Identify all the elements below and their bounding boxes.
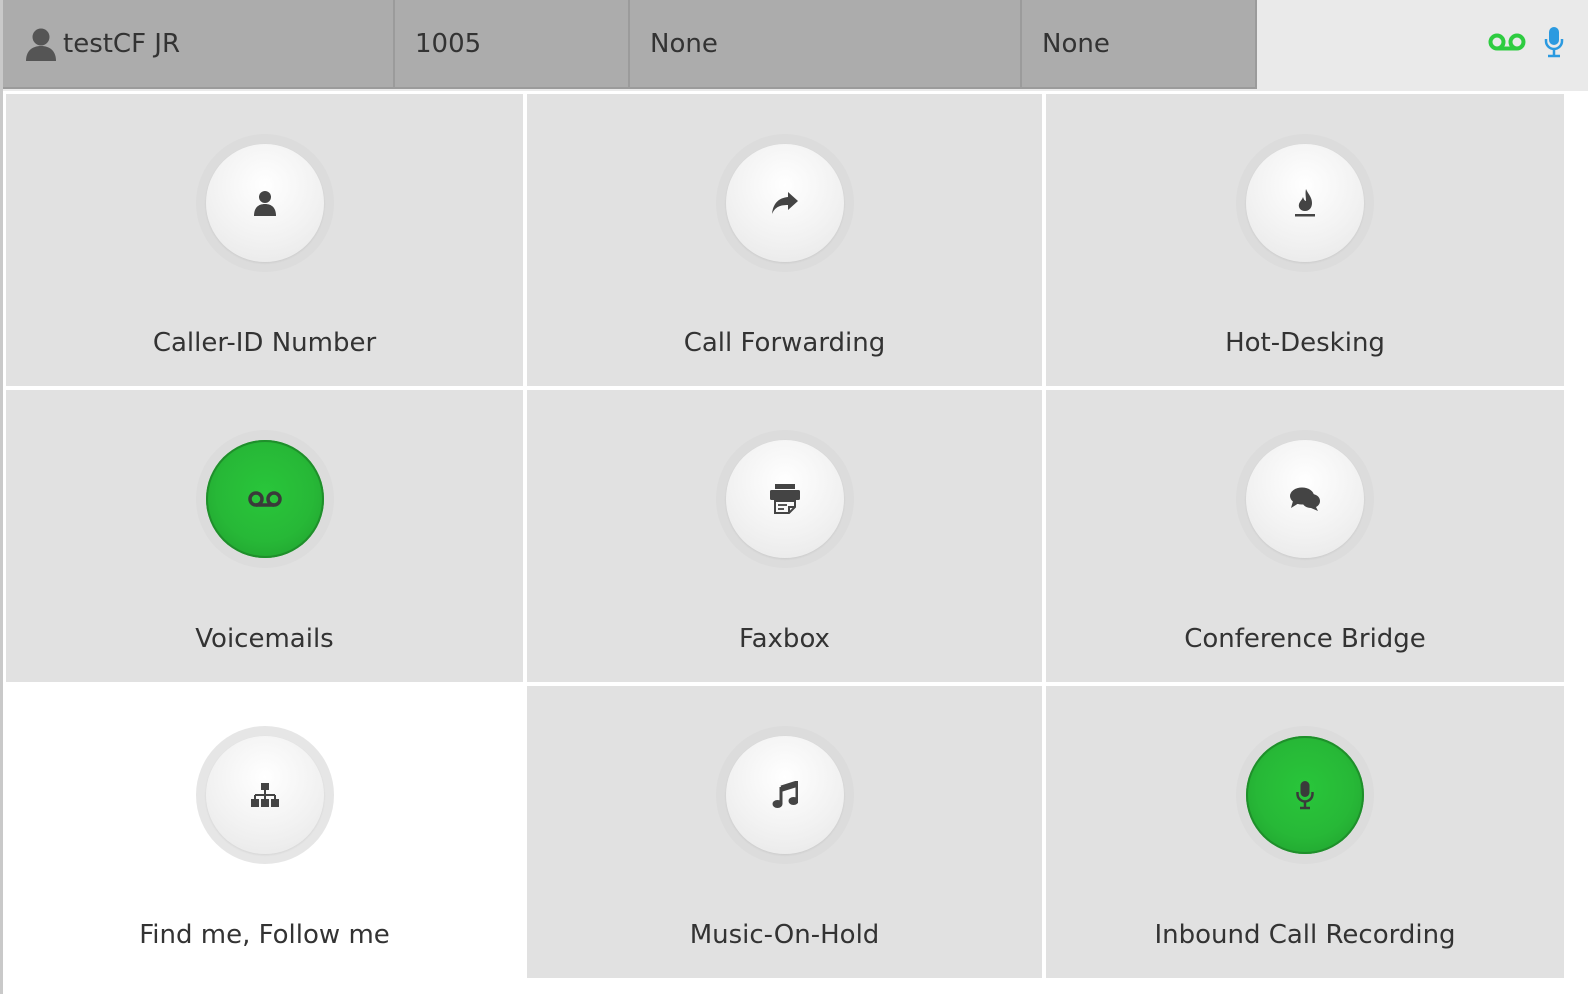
device-cell[interactable]: None	[630, 0, 1022, 89]
inbound-call-recording-toggle-button[interactable]	[1246, 736, 1364, 854]
tile-hot-desking[interactable]: Hot-Desking	[1046, 94, 1564, 386]
button-ring	[195, 430, 334, 568]
conference-bridge-toggle-button[interactable]	[1246, 440, 1364, 558]
button-ring	[1236, 726, 1374, 864]
tile-find-me-follow-me[interactable]: Find me, Follow me	[6, 686, 523, 978]
caller-id-toggle-button[interactable]	[205, 144, 324, 262]
music-note-icon	[772, 781, 798, 808]
voicemail-icon	[247, 491, 282, 507]
tile-caller-id-number[interactable]: Caller-ID Number	[6, 94, 523, 386]
status-icons	[1488, 26, 1564, 62]
tile-label: Find me, Follow me	[139, 920, 390, 950]
tile-inbound-call-recording[interactable]: Inbound Call Recording	[1046, 686, 1564, 978]
share-arrow-icon	[771, 192, 798, 214]
tile-label: Inbound Call Recording	[1154, 920, 1456, 950]
tile-voicemails[interactable]: Voicemails	[6, 390, 523, 682]
voicemails-toggle-button[interactable]	[205, 440, 324, 558]
extension-number: 1005	[415, 28, 482, 59]
device-value: None	[650, 28, 718, 59]
button-ring	[1236, 430, 1374, 568]
faxbox-toggle-button[interactable]	[725, 440, 844, 558]
tile-label: Call Forwarding	[683, 328, 886, 358]
tile-label: Hot-Desking	[1225, 328, 1385, 358]
button-ring	[195, 726, 334, 864]
call-forwarding-toggle-button[interactable]	[725, 144, 844, 262]
hot-desking-toggle-button[interactable]	[1246, 144, 1364, 262]
button-ring	[715, 134, 854, 272]
fax-icon	[769, 484, 800, 514]
feature-grid: Caller-ID Number Call Forwarding Hot-Des…	[6, 94, 1586, 994]
phone-number-value: None	[1042, 28, 1110, 59]
extension-cell[interactable]: 1005	[395, 0, 630, 89]
button-ring	[195, 134, 334, 272]
user-icon	[25, 27, 57, 61]
voicemail-icon[interactable]	[1488, 32, 1526, 56]
button-ring	[1236, 134, 1374, 272]
find-me-follow-me-toggle-button[interactable]	[205, 736, 324, 854]
tile-call-forwarding[interactable]: Call Forwarding	[527, 94, 1042, 386]
tile-label: Music-On-Hold	[689, 920, 880, 950]
microphone-icon[interactable]	[1544, 26, 1564, 62]
sitemap-icon	[250, 783, 279, 807]
tile-label: Conference Bridge	[1184, 624, 1426, 654]
user-name-cell[interactable]: testCF JR	[3, 0, 395, 89]
tile-label: Voicemails	[195, 624, 334, 654]
tile-faxbox[interactable]: Faxbox	[527, 390, 1042, 682]
user-name: testCF JR	[63, 28, 181, 59]
tile-label: Faxbox	[739, 624, 830, 654]
tile-conference-bridge[interactable]: Conference Bridge	[1046, 390, 1564, 682]
music-on-hold-toggle-button[interactable]	[725, 736, 844, 854]
fire-icon	[1295, 189, 1315, 217]
user-icon	[253, 191, 276, 216]
tile-label: Caller-ID Number	[152, 328, 377, 358]
user-header: testCF JR 1005 None None	[3, 0, 1588, 91]
tile-music-on-hold[interactable]: Music-On-Hold	[527, 686, 1042, 978]
button-ring	[715, 726, 854, 864]
comments-icon	[1290, 487, 1320, 511]
button-ring	[715, 430, 854, 568]
microphone-icon	[1296, 781, 1314, 810]
phone-number-cell[interactable]: None	[1022, 0, 1257, 89]
